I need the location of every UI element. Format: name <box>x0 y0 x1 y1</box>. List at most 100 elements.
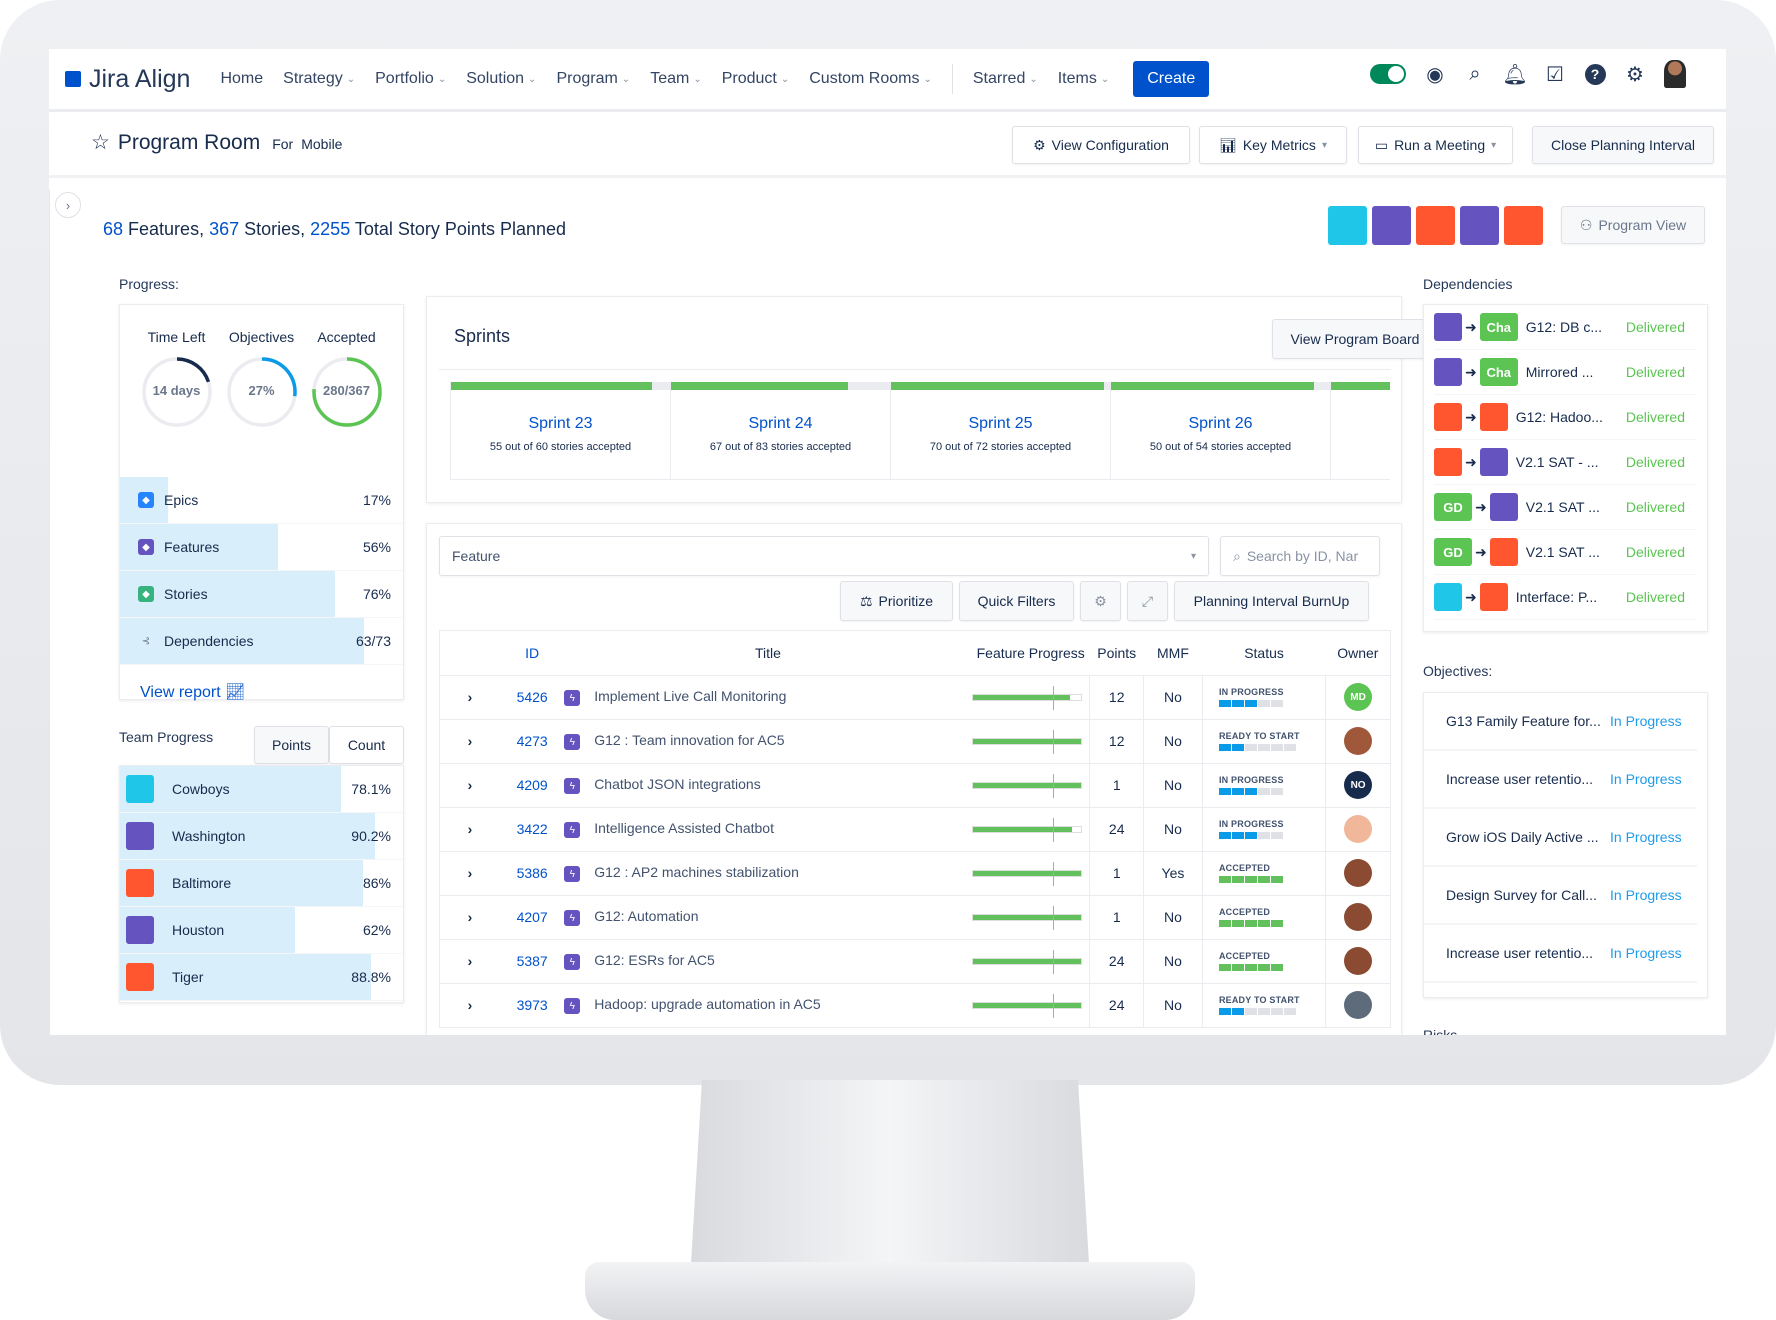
objective-item[interactable]: Increase user retentio... In Progress <box>1424 751 1697 809</box>
team-row[interactable]: Washington 90.2% <box>120 813 403 860</box>
owner-avatar[interactable] <box>1344 727 1373 755</box>
owner-avatar[interactable] <box>1344 815 1373 843</box>
nav-home[interactable]: Home <box>220 70 263 88</box>
nav-strategy[interactable]: Strategy ⌄ <box>283 70 355 88</box>
feature-id-link[interactable]: 5387 <box>517 953 548 969</box>
team-row[interactable]: Houston 62% <box>120 907 403 954</box>
team-row[interactable]: Baltimore 86% <box>120 860 403 907</box>
user-profile-icon[interactable]: ◉ <box>1424 63 1446 86</box>
tab-points[interactable]: Points <box>254 726 329 764</box>
feature-id-link[interactable]: 5426 <box>517 689 548 705</box>
owner-avatar[interactable]: MD <box>1344 683 1373 711</box>
feature-id-link[interactable]: 5386 <box>517 865 548 881</box>
sidebar-expand-button[interactable]: › <box>55 192 81 218</box>
objective-item[interactable]: Increase user retentio... In Progress <box>1424 925 1697 983</box>
run-meeting-button[interactable]: ▭ Run a Meeting ▾ <box>1358 126 1513 164</box>
expand-row-chevron-icon[interactable]: › <box>468 777 473 793</box>
program-view-button[interactable]: ⚇ Program View <box>1561 206 1705 244</box>
sprint-card[interactable]: 18 c <box>1330 382 1390 480</box>
view-report-link[interactable]: View report 📈︎ <box>120 665 403 702</box>
owner-avatar[interactable] <box>1344 903 1373 931</box>
settings-gear-icon[interactable]: ⚙ <box>1080 581 1121 621</box>
progress-row-dependencies[interactable]: ⊰ Dependencies 63/73 <box>120 618 403 665</box>
feature-id-link[interactable]: 4207 <box>517 909 548 925</box>
expand-row-chevron-icon[interactable]: › <box>468 997 473 1013</box>
search-icon[interactable]: ⌕ <box>1464 63 1486 85</box>
expand-icon[interactable]: ⤢ <box>1127 581 1168 621</box>
nav-portfolio[interactable]: Portfolio ⌄ <box>375 70 446 88</box>
dependency-item[interactable]: GD ➜ V2.1 SAT ... Delivered <box>1434 530 1697 575</box>
owner-avatar[interactable] <box>1344 859 1373 887</box>
checklist-icon[interactable]: ☑ <box>1544 63 1566 86</box>
create-button[interactable]: Create <box>1133 61 1210 97</box>
table-row[interactable]: › 3422 ϟ Intelligence Assisted Chatbot 2… <box>440 807 1390 852</box>
expand-row-chevron-icon[interactable]: › <box>468 689 473 705</box>
prioritize-button[interactable]: ⚖ Prioritize <box>840 581 953 621</box>
team-icon-baltimore[interactable] <box>1416 206 1455 245</box>
objective-item[interactable]: Grow iOS Daily Active ... In Progress <box>1424 809 1697 867</box>
dependency-item[interactable]: ➜ Cha G12: DB c... Delivered <box>1434 305 1697 350</box>
nav-starred[interactable]: Starred ⌄ <box>973 70 1038 88</box>
dependency-item[interactable]: GD ➜ V2.1 SAT ... Delivered <box>1434 485 1697 530</box>
search-input[interactable]: ⌕ Search by ID, Nar <box>1220 536 1380 576</box>
dependency-item[interactable]: ➜ G12: Hadoo... Delivered <box>1434 395 1697 440</box>
view-configuration-button[interactable]: ⚙ View Configuration <box>1012 126 1190 164</box>
dependency-item[interactable]: ➜ Cha Mirrored ... Delivered <box>1434 350 1697 395</box>
team-icon-tiger[interactable] <box>1504 206 1543 245</box>
nav-program[interactable]: Program ⌄ <box>556 70 630 88</box>
team-icon-cowboys[interactable] <box>1328 206 1367 245</box>
table-row[interactable]: › 4273 ϟ G12 : Team innovation for AC5 1… <box>440 719 1390 764</box>
feature-id-link[interactable]: 4273 <box>517 733 548 749</box>
table-row[interactable]: › 4207 ϟ G12: Automation 1 No ACCEPTED <box>440 895 1390 940</box>
progress-row-stories[interactable]: ◆ Stories 76% <box>120 571 403 618</box>
feature-id-link[interactable]: 4209 <box>517 777 548 793</box>
quick-filters-button[interactable]: Quick Filters <box>959 581 1074 621</box>
key-metrics-button[interactable]: 📊︎ Key Metrics ▾ <box>1199 126 1347 164</box>
sprint-card[interactable]: Sprint 25 70 out of 72 stories accepted <box>890 382 1110 480</box>
table-row[interactable]: › 4209 ϟ Chatbot JSON integrations 1 No … <box>440 763 1390 808</box>
favorite-star-icon[interactable]: ☆ <box>91 130 110 155</box>
team-row[interactable]: Tiger 88.8% <box>120 954 403 1001</box>
expand-row-chevron-icon[interactable]: › <box>468 821 473 837</box>
dependency-item[interactable]: ➜ V2.1 SAT - ... Delivered <box>1434 440 1697 485</box>
settings-gear-icon[interactable]: ⚙ <box>1624 63 1646 86</box>
owner-avatar[interactable] <box>1344 947 1373 975</box>
expand-row-chevron-icon[interactable]: › <box>468 909 473 925</box>
feature-id-link[interactable]: 3422 <box>517 821 548 837</box>
context-selector[interactable]: Mobile <box>301 136 342 152</box>
planning-interval-burnup-button[interactable]: Planning Interval BurnUp <box>1174 581 1369 621</box>
objective-item[interactable]: Design Survey for Call... In Progress <box>1424 867 1697 925</box>
view-program-board-button[interactable]: View Program Board <box>1272 319 1438 359</box>
nav-solution[interactable]: Solution ⌄ <box>466 70 536 88</box>
progress-row-features[interactable]: ◆ Features 56% <box>120 524 403 571</box>
sprint-card[interactable]: Sprint 24 67 out of 83 stories accepted <box>670 382 890 480</box>
objective-item[interactable]: G13 Family Feature for... In Progress <box>1424 693 1697 751</box>
work-item-type-select[interactable]: Feature ▾ <box>439 536 1209 576</box>
nav-custom-rooms[interactable]: Custom Rooms ⌄ <box>809 70 932 88</box>
owner-avatar[interactable]: NO <box>1344 771 1373 799</box>
dependency-item[interactable]: ➜ Interface: P... Delivered <box>1434 575 1697 620</box>
table-row[interactable]: › 5426 ϟ Implement Live Call Monitoring … <box>440 675 1390 720</box>
progress-row-epics[interactable]: ◆ Epics 17% <box>120 477 403 524</box>
table-row[interactable]: › 3973 ϟ Hadoop: upgrade automation in A… <box>440 983 1390 1028</box>
expand-row-chevron-icon[interactable]: › <box>468 865 473 881</box>
nav-product[interactable]: Product ⌄ <box>722 70 790 88</box>
toggle-switch[interactable] <box>1370 64 1406 84</box>
sprint-card[interactable]: Sprint 26 50 out of 54 stories accepted <box>1110 382 1330 480</box>
team-icon-houston[interactable] <box>1460 206 1499 245</box>
tab-count[interactable]: Count <box>329 726 404 764</box>
nav-team[interactable]: Team ⌄ <box>650 70 702 88</box>
sprint-card[interactable]: Sprint 23 55 out of 60 stories accepted <box>450 382 670 480</box>
owner-avatar[interactable] <box>1344 991 1373 1019</box>
nav-items[interactable]: Items ⌄ <box>1058 70 1110 88</box>
expand-row-chevron-icon[interactable]: › <box>468 733 473 749</box>
table-row[interactable]: › 5386 ϟ G12 : AP2 machines stabilizatio… <box>440 851 1390 896</box>
expand-row-chevron-icon[interactable]: › <box>468 953 473 969</box>
user-avatar[interactable] <box>1664 60 1686 88</box>
team-row[interactable]: Cowboys 78.1% <box>120 766 403 813</box>
notification-bell-icon[interactable]: 🔔︎ <box>1502 63 1527 86</box>
table-row[interactable]: › 5387 ϟ G12: ESRs for AC5 24 No ACCEPTE… <box>440 939 1390 984</box>
feature-id-link[interactable]: 3973 <box>517 997 548 1013</box>
team-icon-washington[interactable] <box>1372 206 1411 245</box>
jira-align-logo[interactable]: Jira Align <box>65 65 190 94</box>
